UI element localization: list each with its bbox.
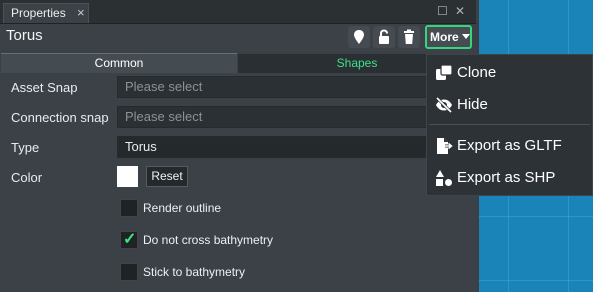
unlock-button[interactable] [373, 26, 395, 48]
menu-item-label: Export as SHP [457, 169, 556, 186]
eye-slash-icon [435, 96, 453, 114]
render-outline-checkbox[interactable] [120, 199, 138, 217]
object-title: Torus [6, 27, 43, 44]
subtabs: Common Shapes [0, 53, 476, 73]
type-field[interactable]: Torus [117, 136, 437, 158]
map-pin-icon [354, 30, 364, 44]
type-label: Type [11, 140, 40, 155]
viewport-grid-line [478, 216, 593, 217]
stick-to-bathymetry-label: Stick to bathymetry [143, 265, 246, 279]
tab-common[interactable]: Common [1, 53, 237, 73]
tab-properties[interactable]: Properties × [3, 3, 89, 23]
color-label: Color [11, 170, 43, 185]
close-icon[interactable]: × [77, 4, 85, 22]
color-swatch[interactable] [117, 166, 138, 187]
do-not-cross-bathymetry-checkbox[interactable]: ✓ [120, 231, 138, 249]
menu-item-label: Export as GLTF [457, 137, 562, 154]
asset-snap-select[interactable]: Please select [117, 76, 437, 98]
menu-item-label: Hide [457, 96, 488, 113]
close-panel-icon[interactable]: ✕ [455, 4, 465, 18]
maximize-icon[interactable]: ☐ [437, 4, 448, 18]
menu-item-export-gltf[interactable]: Export as GLTF [427, 131, 593, 161]
unlock-icon [379, 29, 389, 44]
reset-color-button[interactable]: Reset [146, 166, 188, 187]
render-outline-label: Render outline [143, 201, 222, 215]
panel-tabbar: Properties × ☐ ✕ [0, 0, 476, 24]
connection-snap-label: Connection snap [11, 110, 109, 125]
viewport-grid-line [478, 280, 593, 281]
more-menu: Clone Hide Export as GLTF Export as SHP [426, 54, 593, 196]
clone-icon [436, 64, 453, 80]
menu-divider [429, 124, 590, 125]
tab-label: Properties [11, 6, 66, 20]
asset-snap-label: Asset Snap [11, 80, 78, 95]
properties-panel: Properties × ☐ ✕ Torus More Common Shape… [0, 0, 476, 292]
locate-button[interactable] [348, 26, 370, 48]
menu-item-export-shp[interactable]: Export as SHP [427, 163, 593, 193]
do-not-cross-bathymetry-label: Do not cross bathymetry [143, 233, 274, 247]
menu-item-clone[interactable]: Clone [427, 58, 593, 88]
more-label: More [430, 30, 459, 44]
caret-down-icon [462, 34, 470, 39]
checkmark-icon: ✓ [123, 231, 137, 248]
stick-to-bathymetry-checkbox[interactable] [120, 263, 138, 281]
connection-snap-select[interactable]: Please select [117, 106, 437, 128]
file-export-icon [437, 138, 453, 154]
trash-icon [404, 29, 414, 44]
menu-item-label: Clone [457, 64, 497, 81]
delete-button[interactable] [398, 26, 420, 48]
shapes-icon [436, 170, 452, 186]
more-button[interactable]: More [425, 25, 472, 49]
menu-item-hide[interactable]: Hide [427, 90, 593, 120]
